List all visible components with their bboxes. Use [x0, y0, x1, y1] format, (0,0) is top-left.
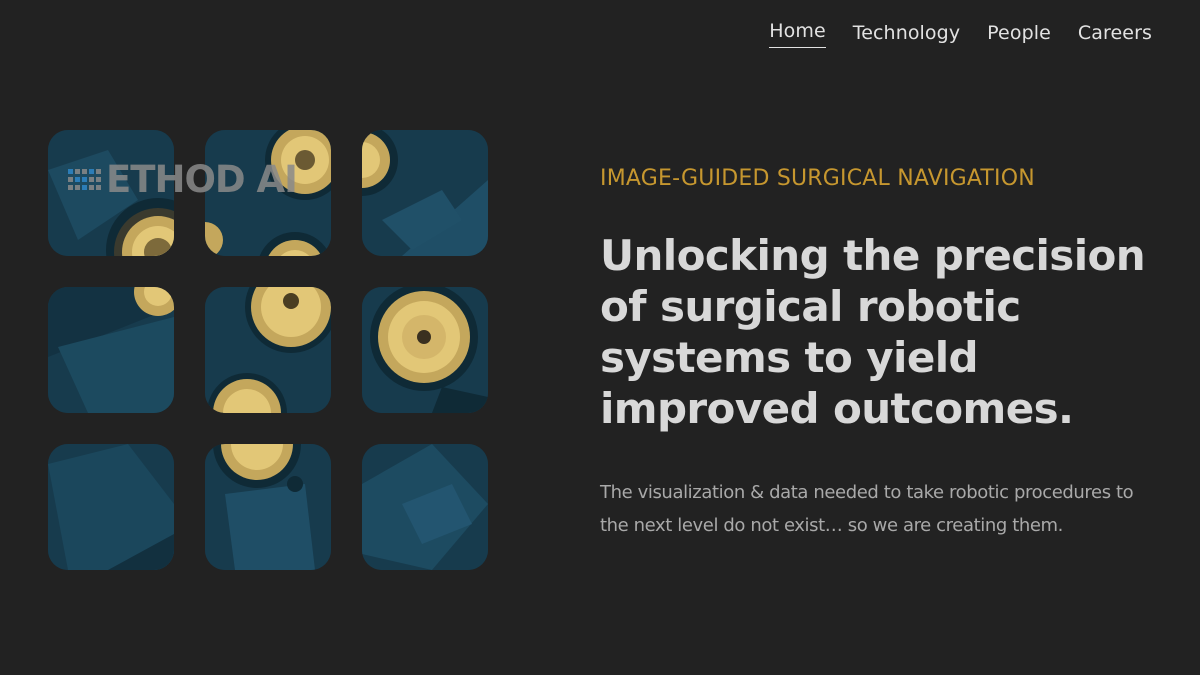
logo-text: ETHOD AI — [106, 158, 298, 201]
grid-tile — [48, 287, 174, 413]
grid-tile — [205, 287, 331, 413]
nav-careers-link[interactable]: Careers — [1078, 18, 1152, 48]
grid-tile — [362, 130, 488, 256]
nav-people-link[interactable]: People — [987, 18, 1051, 48]
grid-tile — [362, 444, 488, 570]
surgical-lamp-image — [362, 444, 488, 570]
grid-tile — [48, 444, 174, 570]
nav-home-link[interactable]: Home — [769, 18, 826, 48]
hero-subcopy: The visualization & data needed to take … — [600, 482, 1134, 536]
surgical-lamp-image — [362, 130, 488, 256]
grid-tile — [205, 444, 331, 570]
surgical-lamp-image — [48, 444, 174, 570]
method-ai-logo-icon — [68, 169, 101, 190]
top-nav: Home Technology People Careers — [769, 18, 1152, 48]
hero-headline: Unlocking the precision of surgical robo… — [600, 231, 1146, 433]
surgical-lamp-image — [48, 287, 174, 413]
logo[interactable]: ETHOD AI — [68, 158, 298, 202]
hero-eyebrow: IMAGE-GUIDED SURGICAL NAVIGATION — [600, 166, 1035, 191]
surgical-lamp-image — [205, 444, 331, 570]
grid-tile — [362, 287, 488, 413]
surgical-lamp-image — [362, 287, 488, 413]
page: Home Technology People Careers ETHOD AI … — [0, 0, 1200, 675]
nav-technology-link[interactable]: Technology — [853, 18, 960, 48]
surgical-lamp-image — [205, 287, 331, 413]
